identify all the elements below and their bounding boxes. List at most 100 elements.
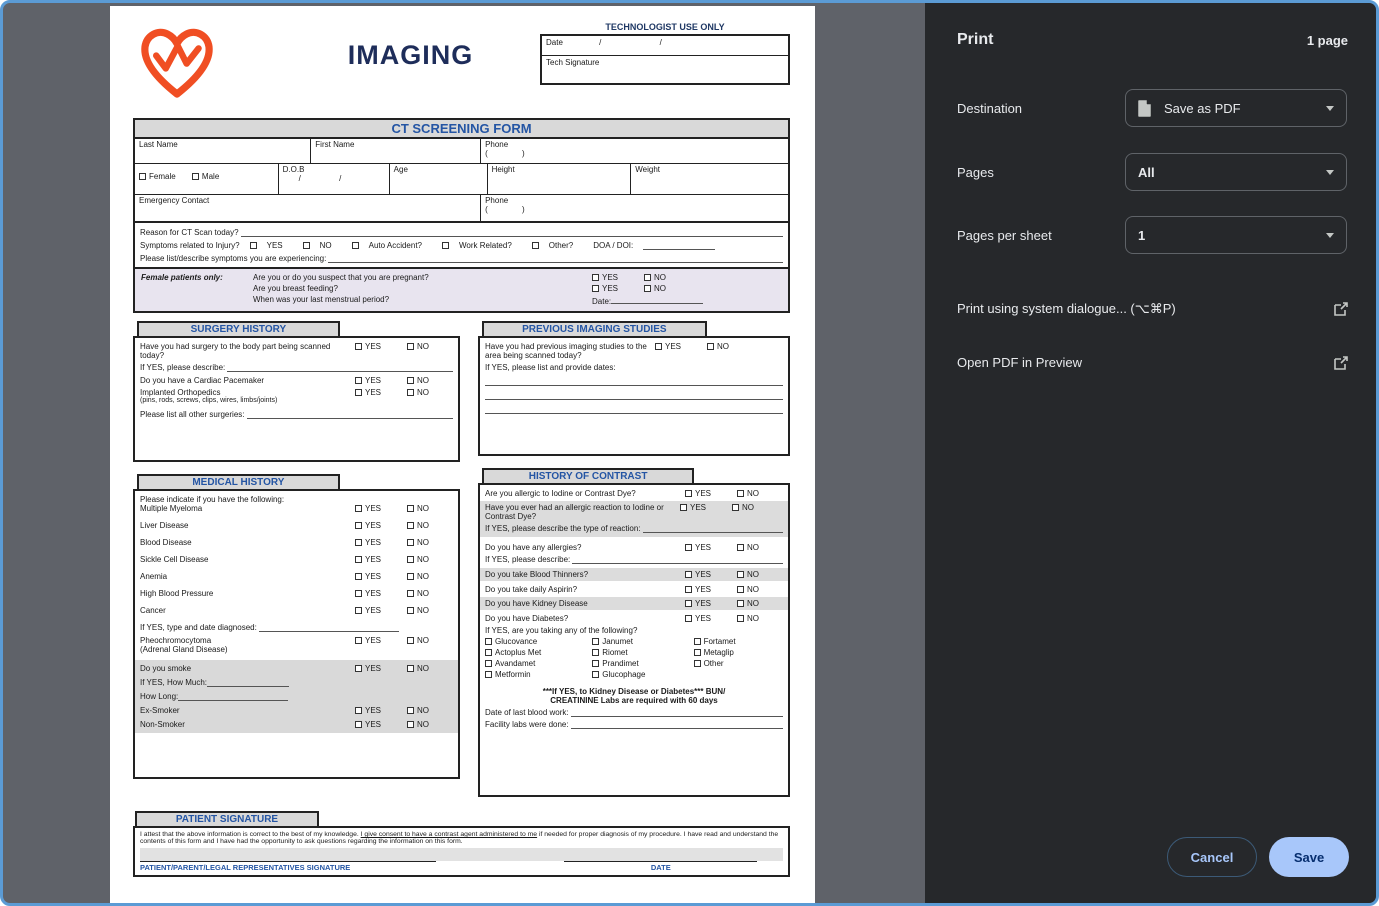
yes-checkbox[interactable]: YES <box>355 388 407 397</box>
injury-yes-checkbox[interactable]: YES <box>250 241 293 250</box>
yes-checkbox[interactable]: YES <box>592 273 644 282</box>
no-checkbox[interactable]: NO <box>644 284 690 293</box>
yes-checkbox[interactable]: YES <box>355 636 407 645</box>
no-checkbox[interactable]: NO <box>407 504 453 513</box>
date-input-line[interactable] <box>611 295 703 304</box>
no-checkbox[interactable]: NO <box>737 585 783 594</box>
yes-checkbox[interactable]: YES <box>355 572 407 581</box>
no-checkbox[interactable]: NO <box>407 664 453 673</box>
no-checkbox[interactable]: NO <box>407 388 453 397</box>
blood-thinners-row: Do you take Blood Thinners? YESNO <box>480 568 788 581</box>
med-checkbox[interactable]: Metaglip <box>694 648 783 657</box>
no-checkbox[interactable]: NO <box>407 572 453 581</box>
technologist-use-title: TECHNOLOGIST USE ONLY <box>540 22 790 32</box>
no-checkbox[interactable]: NO <box>737 570 783 579</box>
pheochromocytoma-sub: (Adrenal Gland Disease) <box>140 645 453 654</box>
facility-labs-line[interactable] <box>571 720 783 729</box>
no-checkbox[interactable]: NO <box>737 599 783 608</box>
system-dialog-link[interactable]: Print using system dialogue... (⌥⌘P) <box>957 301 1348 317</box>
med-checkbox[interactable]: Glucovance <box>485 637 592 646</box>
male-checkbox[interactable]: Male <box>192 172 219 181</box>
yes-checkbox[interactable]: YES <box>355 521 407 530</box>
pages-dropdown[interactable]: All <box>1125 153 1347 191</box>
auto-accident-checkbox[interactable]: Auto Accident? <box>352 241 432 250</box>
yes-checkbox[interactable]: YES <box>680 503 732 521</box>
yes-checkbox[interactable]: YES <box>685 489 737 498</box>
yes-checkbox[interactable]: YES <box>685 599 737 608</box>
med-checkbox[interactable]: Riomet <box>592 648 693 657</box>
yes-checkbox[interactable]: YES <box>355 376 407 385</box>
no-checkbox[interactable]: NO <box>407 521 453 530</box>
destination-dropdown[interactable]: Save as PDF <box>1125 89 1347 127</box>
no-checkbox[interactable]: NO <box>737 543 783 552</box>
cancel-button[interactable]: Cancel <box>1167 837 1257 877</box>
no-checkbox[interactable]: NO <box>707 342 753 360</box>
yes-checkbox[interactable]: YES <box>355 720 407 729</box>
no-checkbox[interactable]: NO <box>644 273 690 282</box>
yes-checkbox[interactable]: YES <box>355 555 407 564</box>
diagnosed-line[interactable] <box>259 623 399 632</box>
no-checkbox[interactable]: NO <box>407 706 453 715</box>
other-surgeries-line[interactable] <box>247 410 454 419</box>
no-checkbox[interactable]: NO <box>407 555 453 564</box>
med-checkbox[interactable]: Other <box>694 659 783 668</box>
pages-per-sheet-dropdown[interactable]: 1 <box>1125 216 1347 254</box>
yes-checkbox[interactable]: YES <box>592 284 644 293</box>
med-checkbox[interactable]: Metformin <box>485 670 592 679</box>
no-checkbox[interactable]: NO <box>407 538 453 547</box>
med-checkbox[interactable]: Actoplus Met <box>485 648 592 657</box>
dates-line[interactable] <box>485 372 783 386</box>
med-checkbox[interactable]: Fortamet <box>694 637 783 646</box>
how-much-line[interactable] <box>207 678 289 687</box>
reaction-describe-line[interactable] <box>643 524 784 533</box>
yes-checkbox[interactable]: YES <box>355 664 407 673</box>
doa-doi-input-line[interactable] <box>643 241 715 250</box>
phone-field: Phone ( ) <box>481 139 788 163</box>
other-checkbox[interactable]: Other? <box>532 241 583 250</box>
med-checkbox[interactable]: Glucophage <box>592 670 693 679</box>
yes-checkbox[interactable]: YES <box>355 606 407 615</box>
destination-value: Save as PDF <box>1164 101 1326 116</box>
no-checkbox[interactable]: NO <box>737 614 783 623</box>
yes-checkbox[interactable]: YES <box>355 342 407 360</box>
no-checkbox[interactable]: NO <box>407 636 453 645</box>
female-checkbox[interactable]: Female <box>139 172 176 181</box>
med-checkbox[interactable]: Janumet <box>592 637 693 646</box>
no-checkbox[interactable]: NO <box>407 376 453 385</box>
med-checkbox[interactable]: Avandamet <box>485 659 592 668</box>
signature-area[interactable] <box>140 848 783 861</box>
dates-line[interactable] <box>485 386 783 400</box>
condition-label: High Blood Pressure <box>140 589 355 598</box>
dates-line[interactable] <box>485 400 783 414</box>
allergies-describe-line[interactable] <box>572 555 783 564</box>
yes-checkbox[interactable]: YES <box>685 585 737 594</box>
med-checkbox[interactable]: Prandimet <box>592 659 693 668</box>
reason-input-line[interactable] <box>241 228 783 237</box>
yes-checkbox[interactable]: YES <box>355 589 407 598</box>
yes-checkbox[interactable]: YES <box>355 538 407 547</box>
no-checkbox[interactable]: NO <box>407 606 453 615</box>
surgery-describe-line[interactable] <box>227 363 453 372</box>
no-checkbox[interactable]: NO <box>737 489 783 498</box>
yes-checkbox[interactable]: YES <box>355 504 407 513</box>
checkbox-icon[interactable] <box>139 173 146 180</box>
yes-checkbox[interactable]: YES <box>685 614 737 623</box>
work-related-checkbox[interactable]: Work Related? <box>442 241 522 250</box>
injury-no-checkbox[interactable]: NO <box>303 241 342 250</box>
blood-work-line[interactable] <box>571 708 783 717</box>
height-field: Height <box>488 164 632 194</box>
open-pdf-preview-link[interactable]: Open PDF in Preview <box>957 355 1348 370</box>
yes-checkbox[interactable]: YES <box>355 706 407 715</box>
first-name-field: First Name <box>311 139 481 163</box>
how-long-line[interactable] <box>178 692 288 701</box>
no-checkbox[interactable]: NO <box>407 589 453 598</box>
symptoms-input-line[interactable] <box>328 254 783 263</box>
yes-checkbox[interactable]: YES <box>685 570 737 579</box>
yes-checkbox[interactable]: YES <box>685 543 737 552</box>
no-checkbox[interactable]: NO <box>407 720 453 729</box>
no-checkbox[interactable]: NO <box>407 342 453 360</box>
no-checkbox[interactable]: NO <box>732 503 778 521</box>
checkbox-icon[interactable] <box>192 173 199 180</box>
yes-checkbox[interactable]: YES <box>655 342 707 360</box>
save-button[interactable]: Save <box>1269 837 1349 877</box>
